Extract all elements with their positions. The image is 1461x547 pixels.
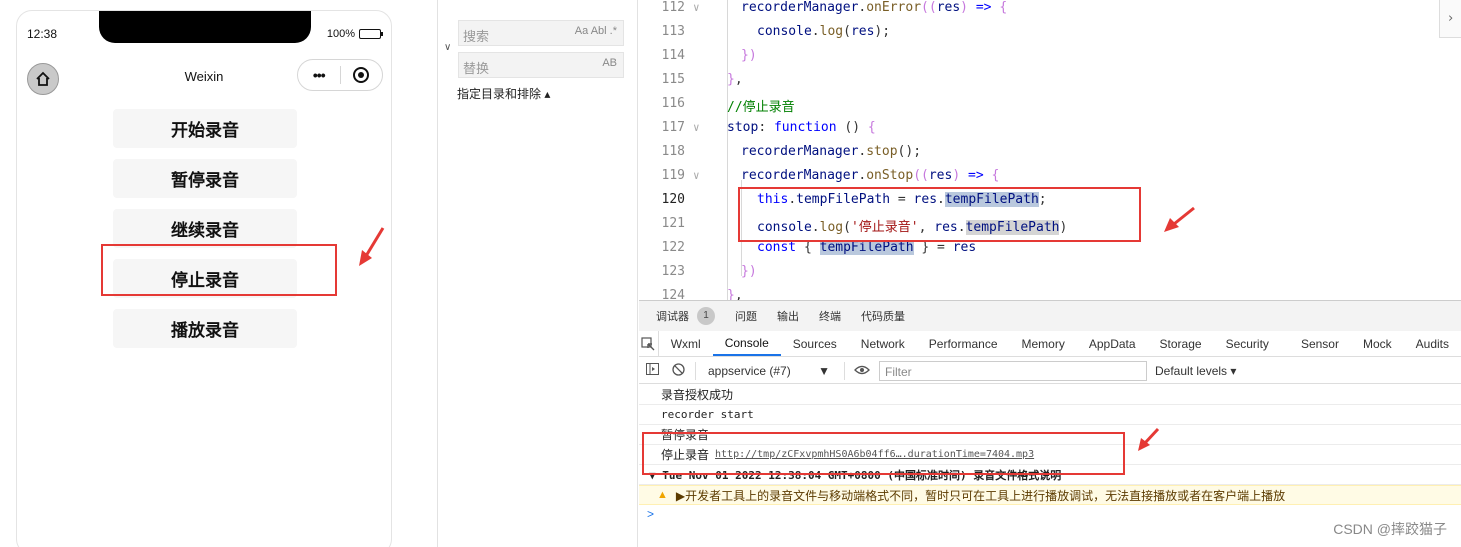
replace-case-icon[interactable]: AB — [602, 57, 617, 69]
annotation-box-stop-button — [101, 244, 337, 296]
context-select[interactable]: appservice (#7) ▼ — [700, 364, 840, 378]
search-options-icons[interactable]: Aa Abl .* — [575, 25, 617, 37]
toolbar-divider — [844, 361, 845, 380]
play-record-button[interactable]: 播放录音 — [113, 309, 297, 348]
watermark: CSDN @摔跤猫子 — [1333, 521, 1447, 537]
tab-memory[interactable]: Memory — [1010, 331, 1077, 356]
code-line: }) — [741, 264, 757, 279]
tab-sensor[interactable]: Sensor — [1281, 331, 1351, 356]
tab-terminal[interactable]: 终端 — [819, 308, 841, 324]
tab-storage[interactable]: Storage — [1148, 331, 1214, 356]
line-number: 121 — [661, 216, 685, 231]
line-number: 124 — [661, 288, 685, 300]
clear-console-icon[interactable] — [665, 362, 691, 379]
resume-record-button[interactable]: 继续录音 — [113, 209, 297, 248]
toolbar-divider — [695, 361, 696, 380]
code-line: const { tempFilePath } = res — [757, 240, 977, 255]
code-line: }, — [727, 288, 743, 300]
code-line: recorderManager.onStop((res) => { — [741, 168, 1000, 183]
tab-code-quality[interactable]: 代码质量 — [861, 308, 905, 324]
debug-panel: 调试器 1 问题 输出 终端 代码质量 Wxml Console Sources … — [639, 300, 1461, 547]
fold-chevron-icon[interactable]: ∨ — [693, 169, 700, 182]
line-number: 115 — [661, 72, 685, 87]
battery-percent: 100% — [326, 28, 355, 40]
tab-mock[interactable]: Mock — [1351, 331, 1404, 356]
pause-record-button[interactable]: 暂停录音 — [113, 159, 297, 198]
code-line: console.log(res); — [757, 24, 891, 39]
code-editor[interactable]: › 112 ∨ recorderManager.onError((res) =>… — [639, 0, 1461, 300]
line-number: 116 — [661, 96, 685, 111]
replace-input[interactable]: 替换 AB — [458, 52, 624, 78]
annotation-arrow-icon — [1138, 427, 1160, 451]
console-warning: ▲ ▶开发者工具上的录音文件与移动端格式不同，暂时只可在工具上进行播放调试，无法… — [639, 485, 1461, 505]
status-battery: 100% — [326, 28, 383, 40]
tab-security[interactable]: Security — [1214, 331, 1281, 356]
menu-capsule: ••• — [297, 59, 383, 91]
line-number: 114 — [661, 48, 685, 63]
line-number: 112 — [661, 0, 685, 15]
sidebar-toggle-icon[interactable] — [639, 363, 665, 378]
chevron-down-icon[interactable]: ∨ — [444, 42, 451, 53]
annotation-box-console — [642, 432, 1125, 475]
target-circle-icon — [353, 67, 370, 83]
line-number: 113 — [661, 24, 685, 39]
annotation-box-code — [738, 187, 1141, 242]
start-record-button[interactable]: 开始录音 — [113, 109, 297, 148]
line-number: 123 — [661, 264, 685, 279]
line-number: 122 — [661, 240, 685, 255]
devtools-tabs: Wxml Console Sources Network Performance… — [639, 331, 1461, 357]
tab-problems[interactable]: 问题 — [735, 308, 757, 324]
status-time: 12:38 — [27, 27, 58, 41]
panel-tabs: 调试器 1 问题 输出 终端 代码质量 — [639, 301, 1461, 331]
tab-network[interactable]: Network — [849, 331, 917, 356]
console-filter-input[interactable]: Filter — [879, 360, 1147, 381]
warning-icon: ▲ — [657, 489, 668, 501]
fold-chevron-icon[interactable]: ∨ — [693, 121, 700, 134]
tab-appdata[interactable]: AppData — [1077, 331, 1148, 356]
annotation-arrow-icon — [1164, 206, 1195, 232]
issues-count-badge: 1 — [697, 307, 715, 325]
console-message: recorder start — [639, 405, 1461, 425]
search-input[interactable]: 搜索 Aa Abl .* — [458, 20, 624, 46]
phone-notch — [99, 11, 311, 43]
battery-icon — [359, 29, 383, 39]
tab-debugger[interactable]: 调试器 1 — [656, 307, 715, 325]
close-miniprogram-button[interactable] — [341, 60, 383, 90]
tab-audits[interactable]: Audits — [1404, 331, 1461, 356]
code-line: recorderManager.stop(); — [741, 144, 922, 159]
replace-placeholder: 替换 — [463, 61, 490, 76]
line-number: 118 — [661, 144, 685, 159]
tab-sources[interactable]: Sources — [781, 331, 849, 356]
search-placeholder: 搜索 — [463, 29, 490, 44]
screenshot-root: 12:38 100% Weixin ••• 开始录音 暂停录音 继续录音 停止录… — [0, 0, 1461, 547]
tab-output[interactable]: 输出 — [777, 308, 799, 324]
include-exclude-toggle[interactable]: 指定目录和排除 ▴ — [457, 85, 550, 102]
more-dots-icon: ••• — [312, 67, 326, 83]
eye-icon[interactable] — [849, 364, 875, 378]
console-message: 录音授权成功 — [639, 385, 1461, 405]
collapse-panel-arrow-icon[interactable]: › — [1439, 0, 1461, 38]
code-line: }) — [741, 48, 757, 63]
indent-guide — [727, 0, 728, 300]
line-number: 120 — [661, 192, 685, 207]
code-line: }, — [727, 72, 743, 87]
line-number: 119 — [661, 168, 685, 183]
annotation-arrow-icon — [359, 227, 385, 266]
code-line: stop: function () { — [727, 120, 876, 135]
log-levels-select[interactable]: Default levels ▾ — [1155, 364, 1236, 378]
code-comment: //停止录音 — [727, 100, 795, 115]
search-panel: ∨ 搜索 Aa Abl .* 替换 AB 指定目录和排除 ▴ — [437, 0, 638, 547]
tab-wxml[interactable]: Wxml — [659, 331, 713, 356]
console-toolbar: appservice (#7) ▼ Filter Default levels … — [639, 358, 1461, 384]
tab-console[interactable]: Console — [712, 331, 781, 356]
code-line: recorderManager.onError((res) => { — [741, 0, 1008, 15]
dropdown-triangle-icon: ▼ — [818, 363, 830, 378]
line-number: 117 — [661, 120, 685, 135]
fold-chevron-icon[interactable]: ∨ — [693, 1, 700, 14]
tab-performance[interactable]: Performance — [917, 331, 1010, 356]
more-menu-button[interactable]: ••• — [298, 60, 340, 90]
inspect-element-icon[interactable] — [639, 331, 659, 356]
